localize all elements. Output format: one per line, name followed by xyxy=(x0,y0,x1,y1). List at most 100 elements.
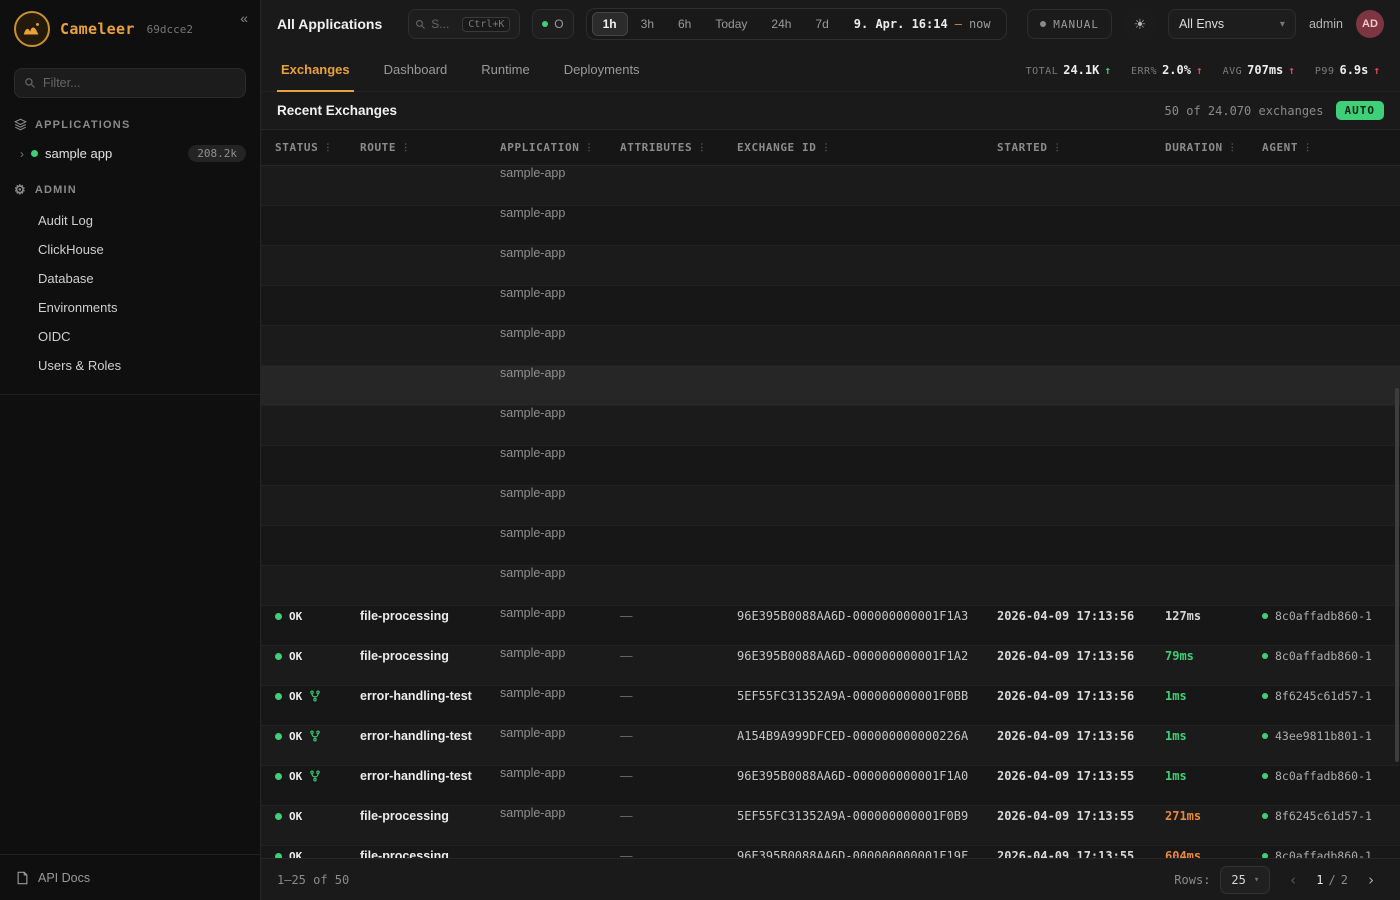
app-status-dot xyxy=(31,150,38,157)
table-row[interactable]: OKfile-processingsample-app—96E395B0088A… xyxy=(261,206,1400,246)
sidebar-item-oidc[interactable]: OIDC xyxy=(0,322,260,351)
column-header-status[interactable]: STATUS⋮ xyxy=(275,141,360,154)
refresh-mode-button[interactable]: MANUAL xyxy=(1027,9,1112,39)
table-row[interactable]: OKfile-processingsample-app—5EF55FC31352… xyxy=(261,566,1400,606)
trend-up-icon: ↑ xyxy=(1288,64,1295,77)
app-version: 69dcce2 xyxy=(147,23,193,36)
sidebar-item-database[interactable]: Database xyxy=(0,264,260,293)
status-ok-dot xyxy=(275,773,282,780)
table-row[interactable]: OKerror-handling-testsample-app—96E395B0… xyxy=(261,326,1400,366)
refresh-mode-dot xyxy=(1040,21,1046,27)
status-label: OK xyxy=(289,610,302,623)
sort-icon: ⋮ xyxy=(821,143,831,153)
environment-select-value: All Envs xyxy=(1179,17,1224,31)
status-ok-dot xyxy=(275,613,282,620)
app-logo-name: Cameleer xyxy=(60,20,135,38)
status-cell: OK xyxy=(275,850,360,859)
next-page-button[interactable]: › xyxy=(1358,867,1384,893)
global-search-input[interactable] xyxy=(431,17,457,31)
route-cell: file-processing xyxy=(360,649,500,663)
time-range-group: 1h 3h 6h Today 24h 7d 9. Apr. 16:14 – no… xyxy=(586,8,1007,40)
sort-icon: ⋮ xyxy=(323,143,333,153)
table-row[interactable]: OKfile-processingsample-app—96E395B0088A… xyxy=(261,406,1400,446)
collapse-sidebar-icon[interactable]: « xyxy=(240,10,248,26)
sort-icon: ⋮ xyxy=(697,143,707,153)
rows-per-page-select[interactable]: 25 ▾ xyxy=(1220,866,1270,894)
auto-refresh-badge[interactable]: AUTO xyxy=(1336,101,1385,120)
route-cell: error-handling-test xyxy=(360,689,500,703)
tab-deployments[interactable]: Deployments xyxy=(564,48,640,91)
stat-value: 2.0% xyxy=(1162,63,1191,77)
subheader-right: 50 of 24.070 exchanges AUTO xyxy=(1165,101,1384,120)
stat-value: 6.9s xyxy=(1339,63,1368,77)
sidebar-filter[interactable] xyxy=(14,68,246,98)
status-ok-dot xyxy=(275,733,282,740)
trend-up-icon: ↑ xyxy=(1104,64,1111,77)
sort-icon: ⋮ xyxy=(584,143,594,153)
sidebar-item-clickhouse[interactable]: ClickHouse xyxy=(0,235,260,264)
table-row[interactable]: OKerror-handling-testsample-app—5EF55FC3… xyxy=(261,246,1400,286)
tab-runtime[interactable]: Runtime xyxy=(481,48,529,91)
route-cell: error-handling-test xyxy=(360,769,500,783)
summary-stats: TOTAL 24.1K ↑ ERR% 2.0% ↑ AVG 707ms ↑ P9… xyxy=(1026,48,1380,91)
status-label: OK xyxy=(289,770,302,783)
trend-up-icon: ↑ xyxy=(1196,64,1203,77)
page-separator: / xyxy=(1329,873,1336,887)
pagination-bar: 1–25 of 50 Rows: 25 ▾ ‹ 1 / 2 › xyxy=(261,858,1400,900)
admin-section-label: ADMIN xyxy=(35,184,77,196)
time-range-today[interactable]: Today xyxy=(704,12,758,36)
column-header-exchange-id[interactable]: EXCHANGE ID⋮ xyxy=(737,141,997,154)
status-ok-dot xyxy=(275,693,282,700)
column-header-attributes[interactable]: ATTRIBUTES⋮ xyxy=(620,141,737,154)
application-cell: sample-app xyxy=(500,806,1400,858)
date-range-picker[interactable]: 9. Apr. 16:14 – now xyxy=(842,17,1001,31)
time-range-6h[interactable]: 6h xyxy=(667,12,702,36)
sidebar-item-environments[interactable]: Environments xyxy=(0,293,260,322)
sidebar-item-users-roles[interactable]: Users & Roles xyxy=(0,351,260,380)
time-range-7d[interactable]: 7d xyxy=(804,12,839,36)
table-scrollbar[interactable] xyxy=(1395,388,1399,762)
status-cell: OK xyxy=(275,610,360,623)
stat-label: P99 xyxy=(1315,66,1335,77)
sidebar-item-audit-log[interactable]: Audit Log xyxy=(0,206,260,235)
stat-label: ERR% xyxy=(1131,66,1157,77)
theme-toggle-button[interactable]: ☀ xyxy=(1125,9,1155,39)
environment-select[interactable]: All Envs ▾ xyxy=(1168,9,1296,39)
app-name-label: sample app xyxy=(45,146,112,161)
previous-page-button[interactable]: ‹ xyxy=(1280,867,1306,893)
topbar-right: MANUAL ☀ All Envs ▾ admin AD xyxy=(1027,9,1384,39)
sidebar-item-sample-app[interactable]: › sample app 208.2k xyxy=(0,139,260,168)
sidebar: Cameleer 69dcce2 « APPLICATIONS › sample… xyxy=(0,0,261,900)
user-avatar[interactable]: AD xyxy=(1356,10,1384,38)
date-range-separator: – xyxy=(955,17,962,31)
column-header-started[interactable]: STARTED⋮ xyxy=(997,141,1165,154)
time-range-1h[interactable]: 1h xyxy=(592,12,628,36)
document-icon xyxy=(16,871,29,885)
main-panel: All Applications Ctrl+K O 1h 3h 6h Today… xyxy=(261,0,1400,900)
stat-avg: AVG 707ms ↑ xyxy=(1223,63,1295,77)
status-label: OK xyxy=(289,810,302,823)
date-range-from: 9. Apr. 16:14 xyxy=(854,17,948,31)
cameleer-logo-icon xyxy=(14,11,50,47)
global-search[interactable]: Ctrl+K xyxy=(408,9,520,39)
table-row[interactable]: OKerror-handling-testsample-app—A154B9A9… xyxy=(261,286,1400,326)
table-row[interactable]: OKfile-processingsample-app—96E395B0088A… xyxy=(261,446,1400,486)
tab-dashboard[interactable]: Dashboard xyxy=(384,48,448,91)
api-docs-link[interactable]: API Docs xyxy=(0,854,260,900)
sidebar-filter-input[interactable] xyxy=(43,76,236,90)
table-row[interactable]: OKfile-processingsample-app—5EF55FC31352… xyxy=(261,366,1400,406)
stat-err: ERR% 2.0% ↑ xyxy=(1131,63,1203,77)
column-header-application[interactable]: APPLICATION⋮ xyxy=(500,141,620,154)
exchanges-summary: 50 of 24.070 exchanges xyxy=(1165,104,1324,118)
time-range-24h[interactable]: 24h xyxy=(760,12,802,36)
time-range-3h[interactable]: 3h xyxy=(630,12,665,36)
errors-only-toggle[interactable]: O xyxy=(532,9,573,39)
table-row[interactable]: OKfile-processingsample-app—96E395B0088A… xyxy=(261,486,1400,526)
tab-exchanges[interactable]: Exchanges xyxy=(281,48,350,91)
status-cell: OK xyxy=(275,650,360,663)
column-header-duration[interactable]: DURATION⋮ xyxy=(1165,141,1262,154)
column-header-agent[interactable]: AGENT⋮ xyxy=(1262,141,1400,154)
column-header-route[interactable]: ROUTE⋮ xyxy=(360,141,500,154)
table-row[interactable]: OKfile-processingsample-app—96E395B0088A… xyxy=(261,166,1400,206)
table-row[interactable]: OKfile-processingsample-app—A154B9A999DF… xyxy=(261,526,1400,566)
